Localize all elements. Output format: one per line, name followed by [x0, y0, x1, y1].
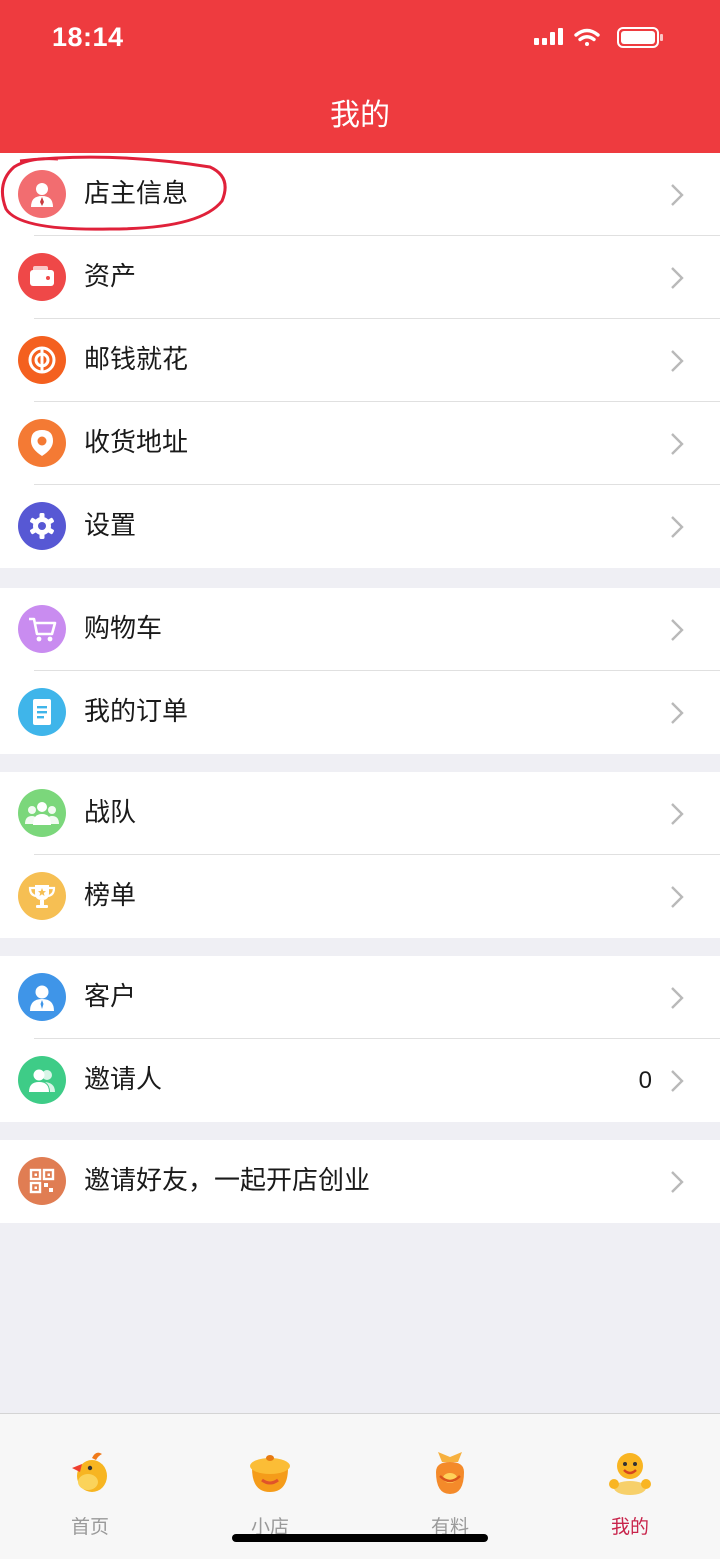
menu-section-customers: 客户 邀请人 0	[0, 956, 720, 1122]
menu-row-inviter[interactable]: 邀请人 0	[0, 1039, 720, 1122]
menu-label: 邮钱就花	[84, 345, 189, 375]
menu-row-assets[interactable]: 资产	[0, 236, 720, 319]
menu-label: 设置	[84, 511, 137, 541]
chevron-right-icon	[671, 267, 684, 289]
home-indicator	[232, 1534, 488, 1542]
tab-mine[interactable]: 我的	[540, 1414, 720, 1559]
mascot-icon	[609, 1453, 651, 1495]
treasure-bag-icon	[436, 1452, 464, 1494]
page-title: 我的	[330, 98, 390, 133]
status-time: 18:14	[52, 22, 124, 52]
tab-home[interactable]: 首页	[0, 1414, 180, 1559]
chick-icon	[72, 1452, 107, 1492]
menu-row-team[interactable]: 战队	[0, 772, 720, 855]
shop-pot-icon	[250, 1455, 290, 1492]
menu-label: 我的订单	[84, 697, 189, 727]
chevron-right-icon	[671, 987, 684, 1009]
gear-icon	[18, 502, 66, 550]
user-icon	[18, 170, 66, 218]
cellular-signal-icon	[534, 28, 563, 45]
menu-label: 收货地址	[84, 428, 189, 458]
chevron-right-icon	[671, 184, 684, 206]
menu-row-my-orders[interactable]: 我的订单	[0, 671, 720, 754]
menu-label: 资产	[84, 262, 137, 292]
menu-row-shipping-address[interactable]: 收货地址	[0, 402, 720, 485]
coin-icon	[18, 336, 66, 384]
tab-label: 首页	[70, 1516, 109, 1538]
menu-row-leaderboard[interactable]: 榜单	[0, 855, 720, 938]
chevron-right-icon	[671, 516, 684, 538]
people-icon	[18, 1056, 66, 1104]
customer-icon	[18, 973, 66, 1021]
battery-icon	[617, 27, 663, 48]
menu-section-shopping: 购物车 我的订单	[0, 588, 720, 754]
menu-row-invite-friends[interactable]: 邀请好友，一起开店创业	[0, 1140, 720, 1223]
menu-row-shop-owner-info[interactable]: 店主信息	[0, 153, 720, 236]
qr-code-icon	[18, 1157, 66, 1205]
document-icon	[18, 688, 66, 736]
menu-row-spending-money[interactable]: 邮钱就花	[0, 319, 720, 402]
cart-icon	[18, 605, 66, 653]
menu-label: 榜单	[84, 881, 137, 911]
status-icons	[534, 27, 663, 48]
wifi-icon	[574, 28, 600, 46]
chevron-right-icon	[671, 803, 684, 825]
chevron-right-icon	[671, 886, 684, 908]
menu-row-settings[interactable]: 设置	[0, 485, 720, 568]
header-bar: 18:14 我的	[0, 0, 720, 153]
chevron-right-icon	[671, 1070, 684, 1092]
chevron-right-icon	[671, 350, 684, 372]
menu-section-invite: 邀请好友，一起开店创业	[0, 1140, 720, 1223]
menu-label: 店主信息	[84, 179, 189, 209]
inviter-count: 0	[638, 1067, 652, 1094]
menu-label: 购物车	[84, 614, 163, 644]
menu-row-shopping-cart[interactable]: 购物车	[0, 588, 720, 671]
location-pin-icon	[18, 419, 66, 467]
menu-label: 邀请人	[84, 1065, 163, 1095]
team-icon	[18, 789, 66, 837]
chevron-right-icon	[671, 433, 684, 455]
chevron-right-icon	[671, 619, 684, 641]
chevron-right-icon	[671, 702, 684, 724]
menu-section-account: 店主信息 资产 邮钱就花 收货地址 设置	[0, 153, 720, 568]
tab-label: 我的	[610, 1516, 649, 1538]
wallet-icon	[18, 253, 66, 301]
menu-section-team: 战队 榜单	[0, 772, 720, 938]
menu-row-customers[interactable]: 客户	[0, 956, 720, 1039]
chevron-right-icon	[671, 1171, 684, 1193]
menu-label: 战队	[84, 798, 137, 828]
trophy-icon	[18, 872, 66, 920]
menu-label: 客户	[84, 982, 137, 1012]
menu-label: 邀请好友，一起开店创业	[84, 1166, 371, 1196]
